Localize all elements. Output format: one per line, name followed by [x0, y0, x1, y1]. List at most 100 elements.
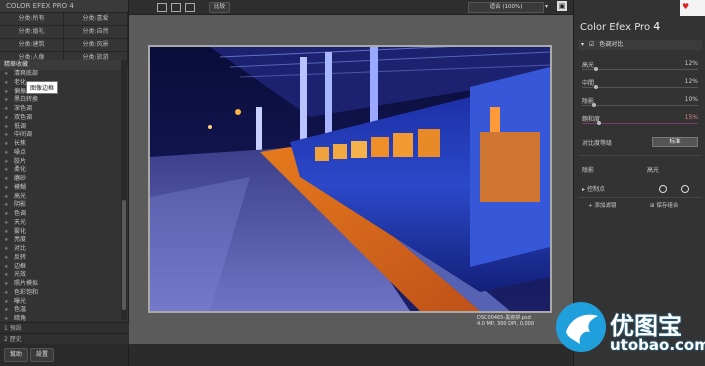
filter-item[interactable]: 色调 [0, 210, 120, 219]
slider-knob[interactable] [597, 121, 602, 125]
filter-item[interactable]: 老化 [0, 79, 120, 88]
help-button[interactable]: 幫助 [4, 348, 29, 362]
settings-button[interactable]: 設置 [30, 348, 55, 362]
filter-item[interactable]: 高光 [0, 193, 120, 202]
category-grid: 分类:所有 分类:喜爱 分类:婚礼 分类:自然 分类:建筑 分类:风景 分类:人… [0, 13, 128, 65]
filter-item[interactable]: 对比 [0, 245, 120, 254]
divider [578, 155, 702, 156]
filter-item[interactable]: 照片模拟 [0, 280, 120, 289]
category-nature[interactable]: 分类:自然 [64, 26, 128, 39]
contrast-type-select[interactable]: 标准 [652, 137, 698, 147]
contrast-type-label: 对比度等级 [582, 140, 613, 147]
filter-item[interactable]: 双色调 [0, 114, 120, 123]
loupe-icon[interactable]: ▣ [557, 1, 567, 11]
filter-item[interactable]: 磨砂 [0, 175, 120, 184]
app-window: COLOR EFEX PRO 4 分类:所有 分类:喜爱 分类:婚礼 分类:自然… [0, 0, 705, 366]
slider-track[interactable] [582, 105, 698, 106]
heart-icon: ♥ [682, 2, 690, 11]
category-wedding[interactable]: 分类:婚礼 [0, 26, 64, 39]
filter-item[interactable]: 中间调 [0, 131, 120, 140]
slider-value: 15% [684, 114, 698, 121]
filter-item[interactable]: 亮度 [0, 236, 120, 245]
slider-track[interactable] [582, 69, 698, 70]
panel-title: Color Efex Pro 4 [580, 20, 660, 33]
filter-section-header[interactable]: ▾ ☑ 色调对比 [578, 40, 702, 50]
filter-item[interactable]: 色温 [0, 306, 120, 315]
filter-item[interactable]: 低调 [0, 123, 120, 132]
collapse-icon[interactable]: ▾ [578, 41, 587, 48]
filter-item[interactable]: 清爽底部 [0, 70, 120, 79]
filter-list-header: 精華收藏 [0, 60, 126, 70]
add-point-icon[interactable] [659, 185, 667, 193]
filter-item[interactable]: 雾化 [0, 228, 120, 237]
control-points-text: 控制点 [586, 186, 605, 193]
app-title: COLOR EFEX PRO 4 [0, 0, 128, 13]
slider-value: 12% [684, 78, 698, 85]
top-toolbar: 比较 适合 (100%) ▾ ▣ [129, 0, 573, 15]
image-info: 4.0 MP, 300 DPI, 0,000 [477, 321, 535, 327]
train-station-photo [150, 47, 550, 311]
filter-item[interactable]: 长焦 [0, 140, 120, 149]
zoom-select[interactable]: 适合 (100%) [468, 2, 544, 13]
slider-knob[interactable] [591, 103, 596, 107]
category-landscape[interactable]: 分类:风景 [64, 39, 128, 52]
enable-checkbox[interactable]: ☑ [589, 41, 594, 48]
watermark-url: utobao.com [610, 336, 705, 354]
watermark-logo-icon [556, 302, 606, 352]
filter-item[interactable]: 色彩饱和 [0, 289, 120, 298]
filter-item[interactable]: 深色调 [0, 105, 120, 114]
filter-name: 色调对比 [599, 41, 624, 48]
category-favorites[interactable]: 分类:喜爱 [64, 13, 128, 26]
slider-value: 10% [684, 96, 698, 103]
slider-knob[interactable] [593, 67, 598, 71]
add-filter-label: 添加滤镜 [594, 203, 617, 209]
add-filter-button[interactable]: + 添加滤镜 [584, 202, 620, 210]
single-view-icon[interactable] [157, 3, 167, 12]
filter-item[interactable]: 天光 [0, 219, 120, 228]
save-recipe-label: 保存组合 [656, 203, 679, 209]
slider-track[interactable] [582, 87, 698, 88]
midtones-slider[interactable]: 中間 12% [582, 78, 698, 92]
save-recipe-button[interactable]: ⊞ 保存组合 [646, 202, 682, 210]
filter-item[interactable]: 偏振镜效果 [0, 88, 120, 97]
filter-item[interactable]: 反转 [0, 254, 120, 263]
slider-knob[interactable] [593, 85, 598, 89]
remove-point-icon[interactable] [681, 185, 689, 193]
filter-item[interactable]: 模糊 [0, 184, 120, 193]
filter-browser-panel: COLOR EFEX PRO 4 分类:所有 分类:喜爱 分类:婚礼 分类:自然… [0, 0, 132, 366]
filter-item[interactable]: 曝光 [0, 298, 120, 307]
filter-item[interactable]: 黑白转换 [0, 96, 120, 105]
highlights-slider[interactable]: 高光 12% [582, 60, 698, 74]
scrollbar-thumb[interactable] [122, 200, 126, 310]
filter-item[interactable]: 噪点 [0, 149, 120, 158]
category-all[interactable]: 分类:所有 [0, 13, 64, 26]
filter-scrollbar[interactable] [121, 60, 127, 320]
filter-item[interactable]: 柔化 [0, 166, 120, 175]
shadows-label: 陰影 [582, 167, 595, 174]
image-caption: DSC00465-黑夜拼.psd 4.0 MP, 300 DPI, 0,000 [477, 315, 534, 327]
side-by-side-icon[interactable] [185, 3, 195, 12]
filter-item[interactable]: 阴影 [0, 201, 120, 210]
divider [578, 197, 702, 198]
image-canvas[interactable]: DSC00465-黑夜拼.psd 4.0 MP, 300 DPI, 0,000 [129, 15, 573, 344]
saturation-slider[interactable]: 飽和度 15% [582, 114, 698, 128]
filter-item[interactable]: 胶片 [0, 158, 120, 167]
highlights-label: 高光 [647, 167, 660, 174]
photo-frame [148, 45, 552, 313]
category-architecture[interactable]: 分类:建筑 [0, 39, 64, 52]
filter-list: 清爽底部 老化 偏振镜效果 黑白转换 深色调 双色调 低调 中间调 长焦 噪点 … [0, 70, 120, 324]
chevron-down-icon[interactable]: ▾ [545, 3, 548, 10]
panel-title-version: 4 [653, 20, 661, 33]
chevron-right-icon[interactable]: ▸ [582, 186, 585, 193]
slider-label: 中間 [582, 80, 595, 87]
compare-button[interactable]: 比较 [209, 2, 231, 13]
filter-item[interactable]: 光效 [0, 271, 120, 280]
slider-value: 12% [684, 60, 698, 67]
filter-item[interactable]: 边框 [0, 263, 120, 272]
watermark: 优图宝 utobao.com [556, 300, 705, 366]
control-points-label[interactable]: ▸ 控制点 [582, 184, 605, 193]
slider-label: 高光 [582, 62, 595, 69]
shadows-slider[interactable]: 陰影 10% [582, 96, 698, 110]
panel-title-text: Color Efex Pro [580, 22, 651, 33]
split-view-icon[interactable] [171, 3, 181, 12]
